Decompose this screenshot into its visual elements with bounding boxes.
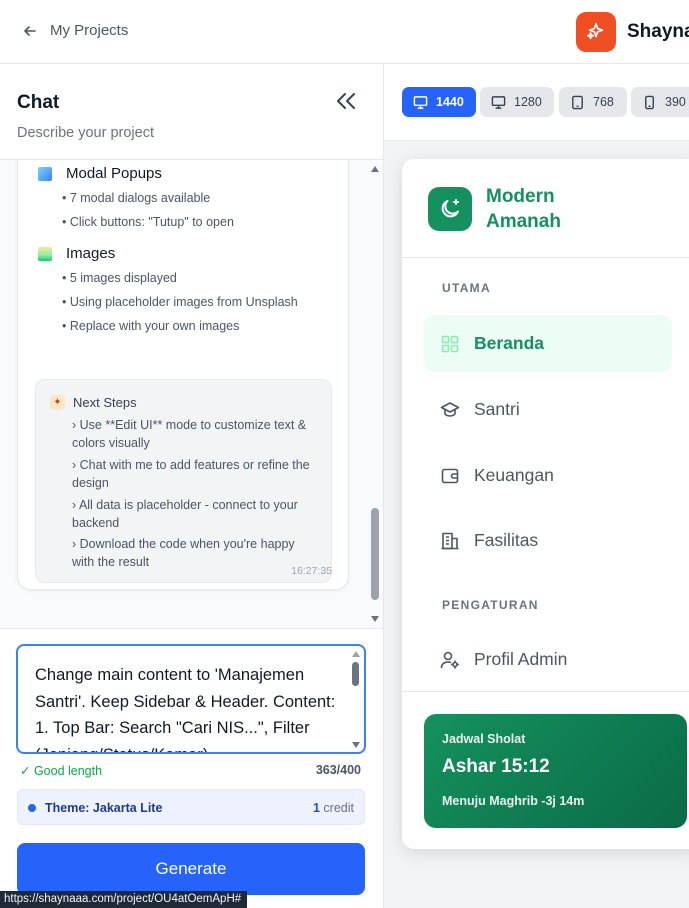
viewport-label: 390 [665,95,686,109]
nav-label: Profil Admin [474,649,568,669]
generate-button[interactable]: Generate [17,843,365,895]
prayer-schedule-card: Jadwal Sholat Ashar 15:12 Menuju Maghrib… [424,714,687,828]
monitor-icon [413,95,428,109]
tablet-icon [572,95,583,109]
grid-icon [441,335,459,352]
app-name: Modern Amanah [486,184,561,234]
section-images: Images [38,245,115,262]
arrow-left-icon [24,25,36,36]
lightbulb-icon: ✦ [50,395,65,410]
list-item: › Chat with me to add features or refine… [72,458,310,490]
window-icon [38,166,52,181]
viewport-toolbar: 1440 1280 768 390 [384,64,689,141]
building-icon [441,532,459,549]
image-icon [38,246,52,261]
viewport-label: 1280 [514,95,542,109]
scrollbar-thumb[interactable] [371,508,379,600]
credit-count: 1 [312,801,320,815]
divider [402,691,689,692]
nav-item-profil-admin[interactable]: Profil Admin [424,631,672,688]
scroll-up-arrow-icon[interactable] [371,166,379,172]
nav-label: Keuangan [474,465,554,485]
chat-panel: Chat Describe your project Modal Popups … [0,64,384,908]
viewport-1440-button[interactable]: 1440 [402,87,476,117]
nav-item-beranda[interactable]: Beranda [424,315,672,372]
sparkles-icon [576,12,616,52]
list-item: › Download the code when you're happy wi… [72,537,295,569]
list-item: • Replace with your own images [62,319,240,333]
chat-messages[interactable]: Modal Popups • 7 modal dialogs available… [0,160,383,628]
section-modal-popups: Modal Popups [38,165,162,182]
nav-item-santri[interactable]: Santri [424,381,672,438]
list-item: • Using placeholder images from Unsplash [62,295,298,309]
list-item: › All data is placeholder - connect to y… [72,498,298,530]
back-to-projects-link[interactable]: My Projects [22,22,128,39]
list-item: • 7 modal dialogs available [62,191,211,205]
graduation-cap-icon [440,401,460,417]
length-status: ✓ Good length [20,764,103,778]
char-count: 363/400 [315,763,361,777]
textarea-scroll-down-icon[interactable] [352,742,360,748]
viewport-label: 768 [593,95,614,109]
app-name-line2: Amanah [486,211,561,232]
monitor-icon [491,95,506,109]
section-title: Images [66,245,116,262]
prayer-time: Ashar 15:12 [442,756,550,777]
nav-group-label: PENGATURAN [442,598,539,612]
prayer-label: Jadwal Sholat [442,732,526,746]
prayer-next: Menuju Maghrib -3j 14m [442,794,585,808]
brand[interactable]: Shaynaa [576,12,689,52]
moon-star-icon [428,187,472,231]
list-item: › Use **Edit UI** mode to customize text… [72,418,307,450]
phone-icon [645,95,654,109]
chat-scrollbar[interactable] [370,162,380,624]
next-steps-card: ✦ Next Steps › Use **Edit UI** mode to c… [35,379,332,583]
top-bar: My Projects Shaynaa [0,0,689,64]
wallet-icon [441,468,459,483]
theme-dot-icon [28,804,36,812]
chevrons-left-icon [337,93,355,109]
next-steps-label: Next Steps [73,395,137,410]
credit-info: 1 credit [313,801,354,815]
nav-item-fasilitas[interactable]: Fasilitas [424,512,672,569]
theme-label: Theme: Jakarta Lite [45,801,163,815]
textarea-scroll-up-icon[interactable] [352,651,360,657]
theme-selector[interactable]: Theme: Jakarta Lite 1 credit [17,789,365,825]
chat-subtitle: Describe your project [17,125,154,141]
credit-label: credit [323,801,354,815]
list-item: • 5 images displayed [62,271,177,285]
textarea-scrollbar-thumb[interactable] [352,662,359,686]
preview-panel: 1440 1280 768 390 Modern Amanah UTAMA Be… [384,64,689,908]
message-timestamp: 16:27:35 [291,565,332,577]
back-label: My Projects [50,22,129,39]
divider [402,257,689,258]
list-item: • Click buttons: "Tutup" to open [62,215,234,229]
user-cog-icon [440,651,460,669]
composer: Change main content to 'Manajemen Santri… [0,628,383,908]
brand-name: Shaynaa [627,21,689,42]
next-steps-title: ✦ Next Steps [50,395,137,410]
viewport-1280-button[interactable]: 1280 [480,87,554,117]
nav-item-keuangan[interactable]: Keuangan [424,447,672,504]
assistant-message: Modal Popups • 7 modal dialogs available… [17,160,349,590]
link-status-bar: https://shaynaaa.com/project/OU4atOemApH… [0,891,248,908]
viewport-label: 1440 [436,95,464,109]
collapse-panel-button[interactable] [333,90,359,112]
nav-label: Fasilitas [474,530,539,550]
chat-header: Chat Describe your project [0,64,383,160]
viewport-768-button[interactable]: 768 [559,87,627,117]
nav-label: Beranda [474,333,545,353]
chat-title: Chat [17,92,60,113]
scroll-down-arrow-icon[interactable] [371,616,379,622]
app-name-line1: Modern [486,186,555,207]
nav-group-label: UTAMA [442,281,491,295]
nav-label: Santri [474,399,520,419]
prompt-textarea[interactable]: Change main content to 'Manajemen Santri… [16,644,366,754]
preview-frame: Modern Amanah UTAMA Beranda Santri Keuan… [402,159,689,849]
viewport-390-button[interactable]: 390 [631,87,689,117]
section-title: Modal Popups [66,165,162,182]
